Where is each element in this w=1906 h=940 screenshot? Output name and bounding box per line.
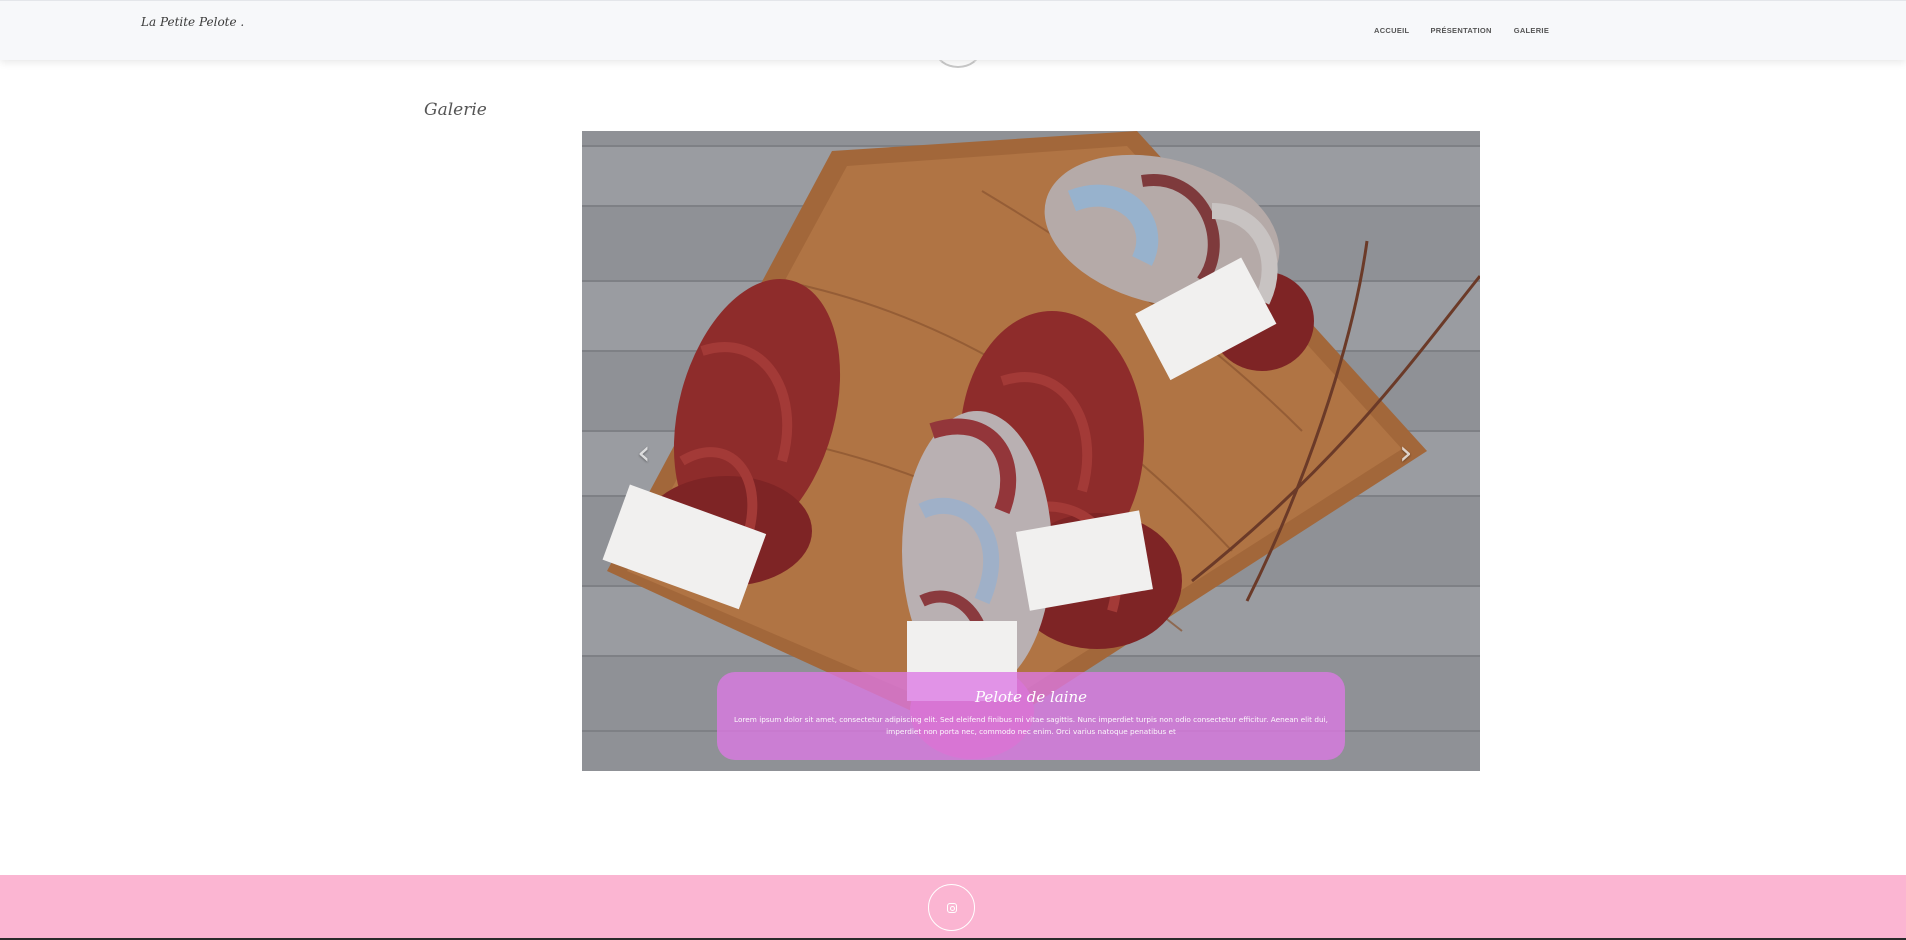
slide-caption-title: Pelote de laine (974, 688, 1088, 706)
slide-caption: Pelote de laine Lorem ipsum dolor sit am… (717, 672, 1345, 760)
carousel-next-button[interactable]: › (1399, 436, 1413, 470)
section-title: Galerie (424, 100, 487, 120)
gallery-carousel: ‹ › Pelote de laine Lorem ipsum dolor si… (582, 131, 1480, 771)
instagram-glyph (946, 902, 957, 913)
nav-link-accueil[interactable]: ACCUEIL (1374, 26, 1409, 35)
footer (0, 875, 1906, 940)
brand-link[interactable]: La Petite Pelote . (141, 15, 244, 29)
carousel-prev-button[interactable]: ‹ (637, 436, 651, 470)
page: La Petite Pelote . ACCUEIL PRÉSENTATION … (0, 0, 1906, 940)
nav-links: ACCUEIL PRÉSENTATION GALERIE (1374, 26, 1549, 35)
nav-link-presentation[interactable]: PRÉSENTATION (1430, 26, 1491, 35)
instagram-icon[interactable] (928, 884, 975, 931)
navbar: La Petite Pelote . ACCUEIL PRÉSENTATION … (0, 0, 1906, 60)
slide-caption-text: Lorem ipsum dolor sit amet, consectetur … (734, 715, 1328, 736)
nav-link-galerie[interactable]: GALERIE (1514, 26, 1549, 35)
